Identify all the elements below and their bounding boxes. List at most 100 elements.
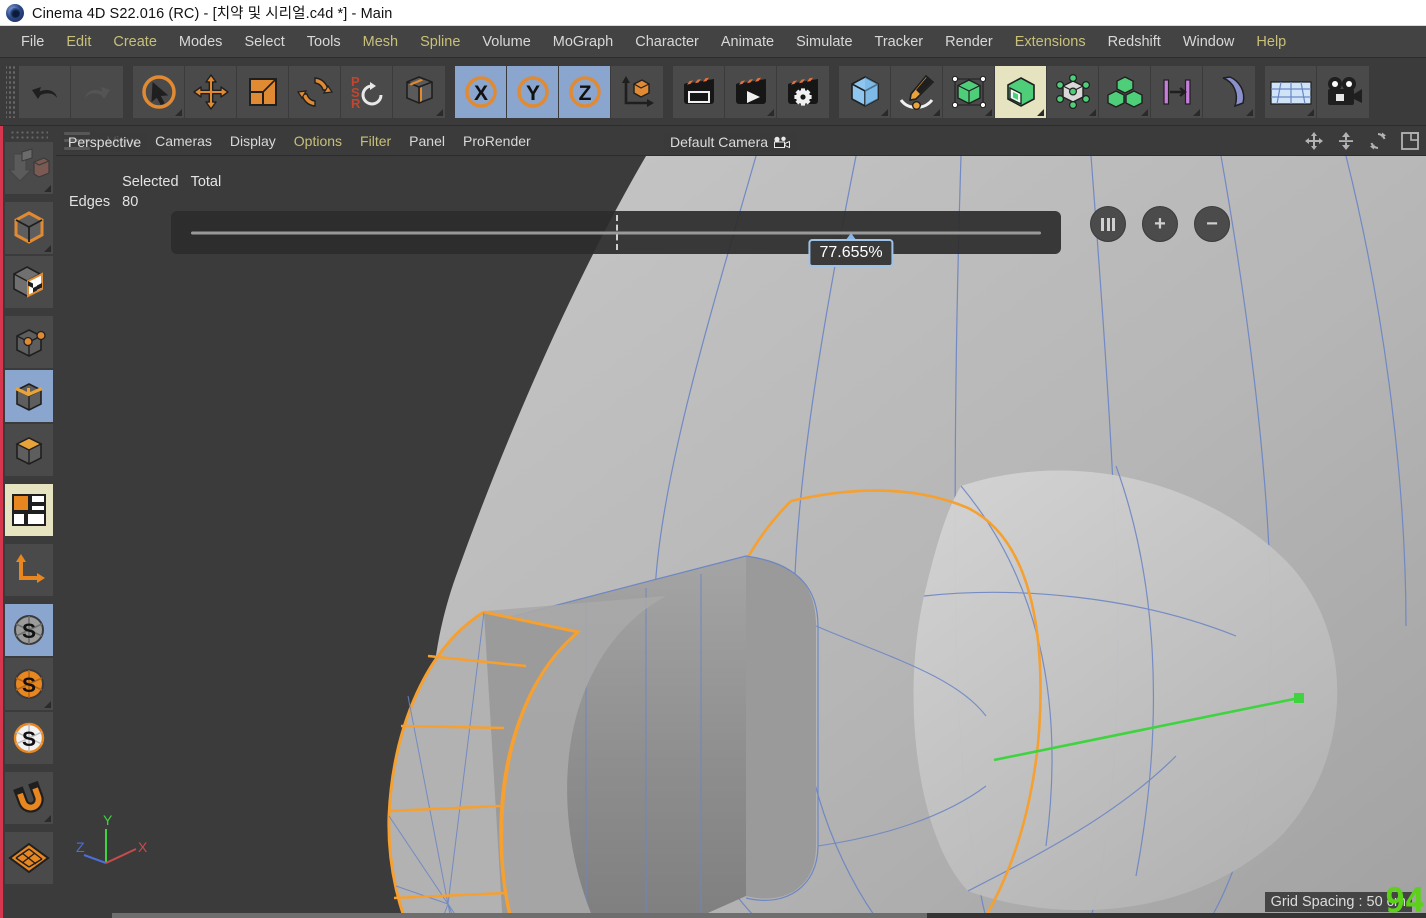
render-settings-button[interactable] bbox=[777, 65, 829, 118]
toolbar-group-objects bbox=[839, 65, 1255, 118]
render-view-button[interactable] bbox=[673, 65, 725, 118]
perspective-label: Perspective bbox=[62, 132, 148, 152]
menu-item-mesh[interactable]: Mesh bbox=[352, 26, 409, 58]
toolbar-grip[interactable] bbox=[6, 65, 16, 118]
left-accent-strip bbox=[0, 126, 3, 918]
make-editable-icon bbox=[8, 148, 50, 182]
viewport-menu-display[interactable]: Display bbox=[221, 126, 285, 156]
decrease-button[interactable]: − bbox=[1194, 206, 1230, 242]
enable-axis-button[interactable] bbox=[5, 544, 53, 596]
default-camera-label[interactable]: Default Camera bbox=[664, 132, 798, 152]
live-selection-button[interactable] bbox=[133, 65, 185, 118]
render-to-picture-viewer-icon bbox=[735, 77, 766, 104]
left-toolbar: S S S bbox=[0, 126, 56, 918]
viewport-menu-prorender[interactable]: ProRender bbox=[454, 126, 540, 156]
menu-item-render[interactable]: Render bbox=[934, 26, 1004, 58]
scale-button[interactable] bbox=[237, 65, 289, 118]
menu-item-window[interactable]: Window bbox=[1172, 26, 1246, 58]
left-toolbar-grip[interactable] bbox=[10, 130, 48, 140]
scene-object-button[interactable] bbox=[995, 65, 1047, 118]
render-picture-viewer-button[interactable] bbox=[725, 65, 777, 118]
rotate-view-icon[interactable] bbox=[1368, 131, 1388, 151]
menu-item-animate[interactable]: Animate bbox=[710, 26, 785, 58]
menu-item-file[interactable]: File bbox=[10, 26, 55, 58]
viewport-menu-items: ViewCamerasDisplayOptionsFilterPanelProR… bbox=[98, 126, 540, 156]
title-bar: Cinema 4D S22.016 (RC) - [치약 및 시리얼.c4d *… bbox=[0, 0, 1426, 26]
camera-icon bbox=[1328, 76, 1362, 105]
menu-item-tracker[interactable]: Tracker bbox=[864, 26, 935, 58]
menu-item-mograph[interactable]: MoGraph bbox=[542, 26, 624, 58]
psr-icon: P S R bbox=[351, 74, 382, 111]
maximize-view-icon[interactable] bbox=[1400, 131, 1420, 151]
menu-item-redshift[interactable]: Redshift bbox=[1097, 26, 1172, 58]
uv-polygons-button[interactable] bbox=[5, 484, 53, 536]
edges-mode-button[interactable] bbox=[5, 370, 53, 422]
pan-view-icon[interactable] bbox=[1304, 131, 1324, 151]
viewport-canvas[interactable] bbox=[56, 156, 1426, 918]
undo-button[interactable] bbox=[19, 65, 71, 118]
floor-button[interactable] bbox=[1265, 65, 1317, 118]
axis-z-button[interactable]: Z bbox=[559, 65, 611, 118]
points-mode-button[interactable] bbox=[5, 316, 53, 368]
snap-orange-icon: S bbox=[14, 669, 44, 699]
hud-row-label: Edges bbox=[69, 194, 111, 210]
svg-text:Z: Z bbox=[578, 82, 591, 105]
menu-item-simulate[interactable]: Simulate bbox=[785, 26, 863, 58]
array-button[interactable] bbox=[1151, 65, 1203, 118]
viewport-menu-options[interactable]: Options bbox=[285, 126, 351, 156]
viewport-menu-cameras[interactable]: Cameras bbox=[146, 126, 221, 156]
psr-button[interactable]: P S R bbox=[341, 65, 393, 118]
nurbs-button[interactable] bbox=[943, 65, 995, 118]
pause-button[interactable] bbox=[1090, 206, 1126, 242]
move-icon bbox=[192, 73, 229, 110]
hud-col-total: Total bbox=[190, 174, 222, 190]
app-root: Cinema 4D S22.016 (RC) - [치약 및 시리얼.c4d *… bbox=[0, 0, 1426, 918]
axis-y-button[interactable]: Y bbox=[507, 65, 559, 118]
texture-mode-button[interactable] bbox=[5, 256, 53, 308]
polygons-mode-button[interactable] bbox=[5, 424, 53, 476]
horizontal-scrollbar[interactable] bbox=[112, 913, 1426, 918]
increase-button[interactable]: + bbox=[1142, 206, 1178, 242]
svg-text:X: X bbox=[138, 839, 148, 855]
menu-item-create[interactable]: Create bbox=[102, 26, 168, 58]
redo-button[interactable] bbox=[71, 65, 123, 118]
horizontal-scrollbar-thumb[interactable] bbox=[112, 913, 927, 918]
array-icon bbox=[1162, 78, 1191, 105]
camera-button[interactable] bbox=[1317, 65, 1369, 118]
make-editable-button[interactable] bbox=[5, 142, 53, 194]
quantize-button[interactable]: S bbox=[5, 712, 53, 764]
dolly-view-icon[interactable] bbox=[1336, 131, 1356, 151]
menu-item-tools[interactable]: Tools bbox=[296, 26, 352, 58]
snap-settings-button[interactable]: S bbox=[5, 658, 53, 710]
add-cube-button[interactable] bbox=[839, 65, 891, 118]
move-button[interactable] bbox=[185, 65, 237, 118]
pen-spline-button[interactable] bbox=[891, 65, 943, 118]
snap-enable-button[interactable]: S bbox=[5, 604, 53, 656]
menu-item-select[interactable]: Select bbox=[233, 26, 295, 58]
object-axis-mode-icon bbox=[16, 554, 45, 583]
workplane-button[interactable] bbox=[5, 832, 53, 884]
bend-deformer-button[interactable] bbox=[1203, 65, 1255, 118]
menu-item-character[interactable]: Character bbox=[624, 26, 710, 58]
menu-item-volume[interactable]: Volume bbox=[471, 26, 541, 58]
mograph-button[interactable] bbox=[1099, 65, 1151, 118]
axis-x-button[interactable]: X bbox=[455, 65, 507, 118]
model-mode-icon bbox=[14, 211, 44, 244]
slider-value-box[interactable]: 77.655% bbox=[808, 239, 894, 267]
rotate-button[interactable] bbox=[289, 65, 341, 118]
snap-white-icon: S bbox=[13, 722, 45, 754]
model-mode-button[interactable] bbox=[5, 202, 53, 254]
menu-item-extensions[interactable]: Extensions bbox=[1004, 26, 1097, 58]
world-object-axis-button[interactable] bbox=[393, 65, 445, 118]
menu-item-spline[interactable]: Spline bbox=[409, 26, 471, 58]
menu-item-modes[interactable]: Modes bbox=[168, 26, 234, 58]
svg-text:Z: Z bbox=[76, 839, 85, 855]
magnet-button[interactable] bbox=[5, 772, 53, 824]
menu-item-help[interactable]: Help bbox=[1245, 26, 1297, 58]
object-coordinates-button[interactable] bbox=[611, 65, 663, 118]
deformer-button[interactable] bbox=[1047, 65, 1099, 118]
viewport-menu-filter[interactable]: Filter bbox=[351, 126, 400, 156]
viewport-menu-panel[interactable]: Panel bbox=[400, 126, 454, 156]
menu-item-edit[interactable]: Edit bbox=[55, 26, 102, 58]
percentage-slider[interactable] bbox=[171, 211, 1061, 254]
